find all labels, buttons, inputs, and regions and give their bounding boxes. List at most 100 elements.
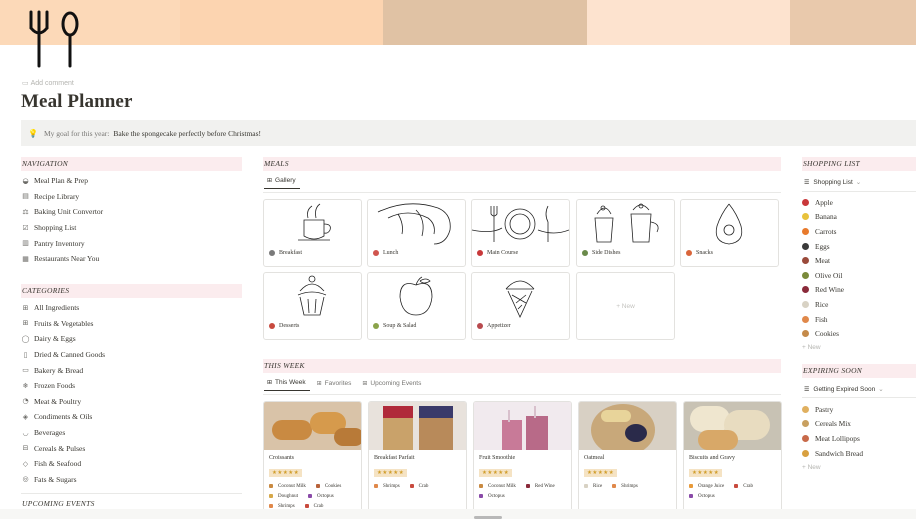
lollipop-icon (802, 434, 809, 442)
category-bakery-bread[interactable]: ▭ Bakery & Bread (21, 362, 105, 378)
restaurant-icon: ▦ (22, 254, 29, 263)
biscuits-photo (684, 402, 781, 450)
shopping-item[interactable]: Cookies (802, 326, 844, 341)
meal-card-desserts[interactable]: Desserts (263, 272, 362, 340)
scale-icon: ⚖ (22, 207, 29, 216)
cover-block (790, 0, 916, 45)
shopping-item[interactable]: Olive Oil (802, 268, 844, 283)
meal-card-breakfast[interactable]: Breakfast (263, 199, 362, 267)
nav-item-pantry-inventory[interactable]: ▥ Pantry Inventory (21, 235, 103, 251)
category-fruits-vegetables[interactable]: ⊞ Fruits & Vegetables (21, 316, 105, 332)
page-title[interactable]: Meal Planner (21, 91, 132, 113)
this-week-heading: THIS WEEK (263, 359, 781, 373)
oatmeal-photo (579, 402, 676, 450)
carrot-icon (802, 227, 809, 235)
expiring-item[interactable]: Cereals Mix (802, 417, 863, 432)
bread-icon: ▭ (22, 366, 29, 375)
shopping-item[interactable]: Red Wine (802, 283, 844, 298)
expiring-item[interactable]: Pastry (802, 402, 863, 417)
meal-card-lunch[interactable]: Lunch (367, 199, 466, 267)
tag-list: Rice Shrimps (579, 479, 676, 492)
category-fats-sugars[interactable]: ◎ Fats & Sugars (21, 472, 105, 488)
dairy-icon: ◯ (21, 334, 30, 343)
category-frozen-foods[interactable]: ❄ Frozen Foods (21, 378, 105, 394)
appetizer-sketch (505, 280, 535, 318)
category-fish-seafood[interactable]: ◇ Fish & Seafood (21, 456, 105, 472)
tab-favorites[interactable]: ⊞ Favorites (314, 377, 356, 391)
nav-item-shopping-list[interactable]: ☑ Shopping List (21, 220, 103, 236)
category-all-ingredients[interactable]: ⊞ All Ingredients (21, 300, 105, 316)
nav-item-meal-plan[interactable]: ◒ Meal Plan & Prep (21, 173, 103, 189)
navigation-list: ◒ Meal Plan & Prep ▤ Recipe Library ⚖ Bakin… (21, 173, 103, 267)
shopping-item[interactable]: Carrots (802, 224, 844, 239)
meat-icon: ◔ (22, 397, 29, 406)
lunch-sketch (377, 203, 451, 245)
bottle-icon: ◈ (22, 412, 29, 421)
cover-block (180, 0, 383, 45)
expiring-view-select[interactable]: ☰ Getting Expired Soon ⌄ (804, 385, 884, 394)
snacks-sketch (715, 203, 743, 245)
phone-icon (373, 250, 379, 256)
recipe-card-biscuits-gravy[interactable]: Biscuits and Gravy ★★★★★ Orange Juice Cra… (683, 401, 782, 519)
expiring-item[interactable]: Sandwich Bread (802, 446, 863, 461)
divider (21, 493, 242, 494)
gallery-icon: ⊞ (362, 379, 368, 387)
recipe-book-icon: ▤ (22, 192, 29, 201)
wine-icon (802, 286, 809, 294)
meal-card-appetizer[interactable]: Appetizer (471, 272, 570, 340)
nav-item-recipe-library[interactable]: ▤ Recipe Library (21, 189, 103, 205)
meal-card-snacks[interactable]: Snacks (680, 199, 779, 267)
recipe-card-croissants[interactable]: Croissants ★★★★★ Coconut Milk Cookies Dou… (263, 401, 362, 519)
horizontal-scrollbar[interactable] (0, 509, 916, 519)
tag-list: Orange Juice Crab Octopus (684, 479, 781, 502)
shopping-list-view-select[interactable]: ☰ Shopping List ⌄ (804, 178, 862, 187)
nav-item-baking-convertor[interactable]: ⚖ Baking Unit Convertor (21, 204, 103, 220)
categories-heading: CATEGORIES (21, 284, 242, 298)
search-icon (269, 250, 275, 256)
can-icon: ▯ (23, 350, 28, 359)
expiring-item[interactable]: Meat Lollipops (802, 431, 863, 446)
cover-block (587, 0, 790, 45)
meal-card-main-course[interactable]: Main Course (471, 199, 570, 267)
category-dried-canned[interactable]: ▯ Dried & Canned Goods (21, 347, 105, 363)
nav-item-restaurants[interactable]: ▦ Restaurants Near You (21, 251, 103, 267)
tab-this-week[interactable]: ⊞ This Week (264, 377, 310, 391)
shopping-item[interactable]: Fish (802, 312, 844, 327)
meal-card-soup-salad[interactable]: Soup & Salad (367, 272, 466, 340)
shopping-item[interactable]: Apple (802, 195, 844, 210)
category-dairy-eggs[interactable]: ◯ Dairy & Eggs (21, 331, 105, 347)
chevron-down-icon: ⌄ (855, 179, 862, 186)
pantry-icon: ▥ (22, 239, 29, 248)
goal-callout[interactable]: 💡 My goal for this year: Bake the sponge… (21, 120, 916, 146)
category-cereals-pulses[interactable]: ⊟ Cereals & Pulses (21, 440, 105, 456)
gallery-icon: ⊞ (267, 379, 273, 386)
new-expiring-item-button[interactable]: + New (802, 460, 863, 474)
new-meal-card[interactable]: + New (576, 272, 675, 340)
expiring-soon-heading: EXPIRING SOON (802, 364, 916, 378)
category-meat-poultry[interactable]: ◔ Meat & Poultry (21, 394, 105, 410)
shopping-item[interactable]: Rice (802, 297, 844, 312)
fork-spoon-icon[interactable] (26, 10, 82, 68)
pot-icon (686, 250, 692, 256)
category-condiments-oils[interactable]: ◈ Condiments & Oils (21, 409, 105, 425)
tab-upcoming-events[interactable]: ⊞ Upcoming Events (359, 377, 425, 391)
category-beverages[interactable]: ◡ Beverages (21, 425, 105, 441)
meat-icon (802, 257, 809, 265)
shopping-item[interactable]: Banana (802, 210, 844, 225)
taco-icon (477, 323, 483, 329)
tab-gallery[interactable]: ⊞ Gallery (264, 175, 300, 189)
this-week-tabs: ⊞ This Week ⊞ Favorites ⊞ Upcoming Events (264, 377, 429, 391)
recipe-card-breakfast-parfait[interactable]: Breakfast Parfait ★★★★★ Shrimps Crab (368, 401, 467, 519)
snowflake-icon: ❄ (22, 381, 29, 390)
add-comment-link[interactable]: ▭ Add comment (22, 79, 74, 87)
gallery-icon: ⊞ (267, 177, 273, 184)
expiring-items: Pastry Cereals Mix Meat Lollipops Sandwi… (802, 402, 863, 474)
recipe-card-oatmeal[interactable]: Oatmeal ★★★★★ Rice Shrimps (578, 401, 677, 519)
rice-icon (802, 300, 809, 308)
shopping-item[interactable]: Eggs (802, 239, 844, 254)
shopping-item[interactable]: Meat (802, 253, 844, 268)
sandwich-icon (802, 449, 809, 457)
recipe-card-fruit-smoothie[interactable]: Fruit Smoothie ★★★★★ Coconut Milk Red Win… (473, 401, 572, 519)
meal-card-side-dishes[interactable]: Side Dishes (576, 199, 675, 267)
new-shopping-item-button[interactable]: + New (802, 341, 844, 355)
